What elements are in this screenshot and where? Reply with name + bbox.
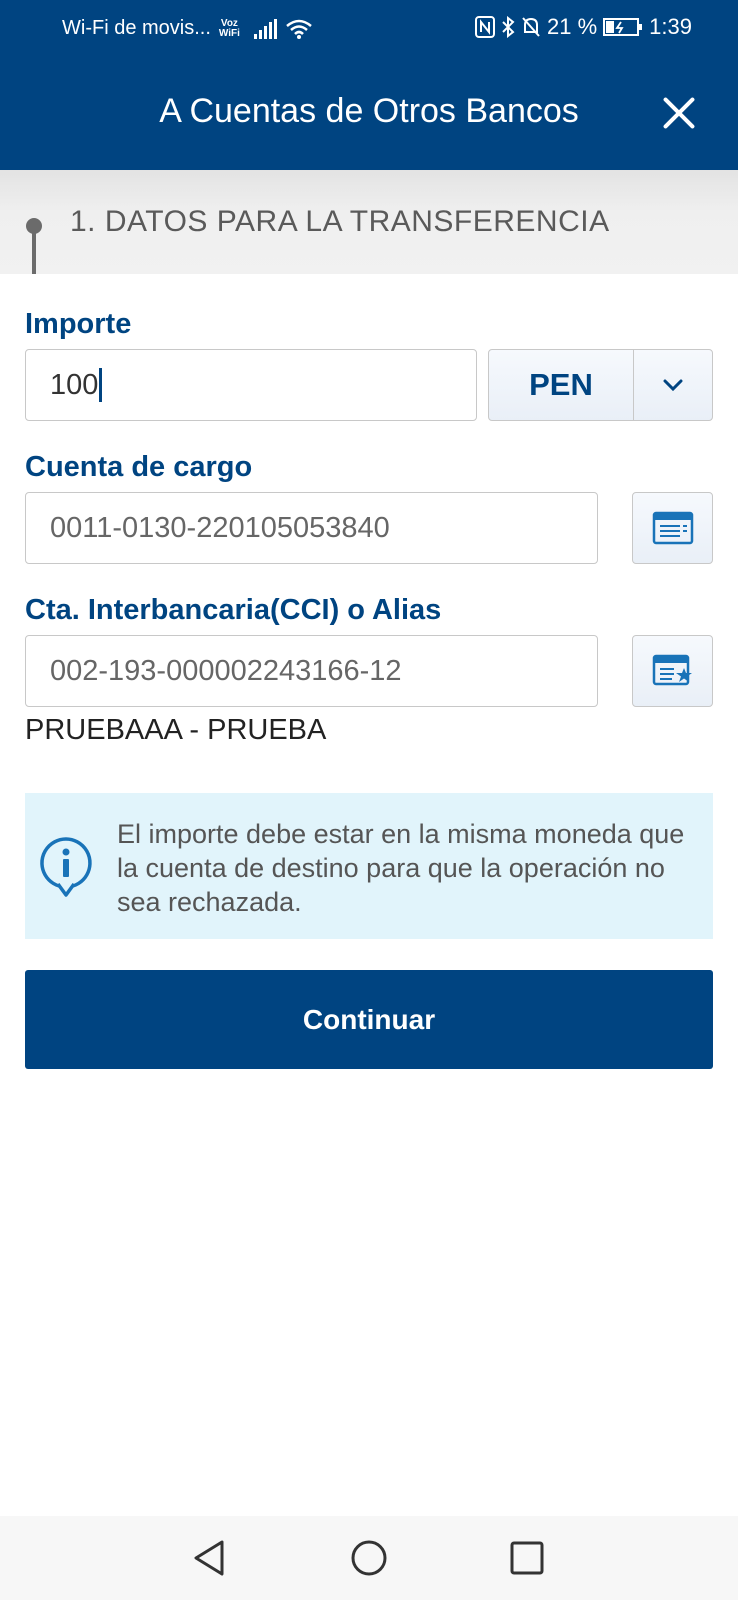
amount-value: 100 xyxy=(50,368,99,401)
amount-label: Importe xyxy=(25,308,132,340)
cci-value: 002-193-000002243166-12 xyxy=(50,654,402,687)
charge-account-field[interactable]: 0011-0130-220105053840 xyxy=(25,492,598,564)
close-icon[interactable] xyxy=(662,96,696,130)
continue-button[interactable]: Continuar xyxy=(25,970,713,1069)
battery-icon xyxy=(603,18,643,36)
wifi-icon xyxy=(286,19,312,39)
info-notice: El importe debe estar en la misma moneda… xyxy=(25,793,713,939)
charge-account-value: 0011-0130-220105053840 xyxy=(50,511,390,544)
account-card-icon xyxy=(652,511,693,545)
step-line xyxy=(32,232,36,274)
voz-wifi-icon: Voz WiFi xyxy=(218,17,240,39)
status-bar: Wi-Fi de movis... Voz WiFi 21 % 1:39 xyxy=(0,0,738,58)
charge-account-label: Cuenta de cargo xyxy=(25,451,253,483)
cci-field[interactable]: 002-193-000002243166-12 xyxy=(25,635,598,707)
info-message: El importe debe estar en la misma moneda… xyxy=(117,819,685,917)
bell-muted-icon xyxy=(522,17,540,37)
clock: 1:39 xyxy=(649,14,692,39)
back-icon[interactable] xyxy=(188,1536,232,1580)
favorite-card-icon xyxy=(652,654,692,686)
info-icon xyxy=(40,837,92,897)
favorite-accounts-button[interactable] xyxy=(632,635,713,707)
currency-select[interactable]: PEN xyxy=(488,349,713,421)
system-nav-bar xyxy=(0,1516,738,1600)
amount-input[interactable]: 100 xyxy=(25,349,477,421)
carrier-label: Wi-Fi de movis... xyxy=(62,17,211,39)
signal-icon xyxy=(253,18,277,39)
app-header: Wi-Fi de movis... Voz WiFi 21 % 1:39 A C… xyxy=(0,0,738,170)
beneficiary-name: PRUEBAAA - PRUEBA xyxy=(25,714,327,746)
nfc-icon xyxy=(475,16,496,38)
currency-value: PEN xyxy=(489,350,634,420)
bluetooth-icon xyxy=(502,16,515,38)
select-account-button[interactable] xyxy=(632,492,713,564)
chevron-down-icon xyxy=(663,379,683,392)
page-title: A Cuentas de Otros Bancos xyxy=(159,92,579,130)
recents-icon[interactable] xyxy=(505,1536,549,1580)
battery-percent: 21 % xyxy=(547,14,598,39)
home-icon[interactable] xyxy=(347,1536,391,1580)
step-title: 1. DATOS PARA LA TRANSFERENCIA xyxy=(70,205,610,238)
cci-label: Cta. Interbancaria(CCI) o Alias xyxy=(25,594,442,626)
text-caret xyxy=(99,368,103,402)
